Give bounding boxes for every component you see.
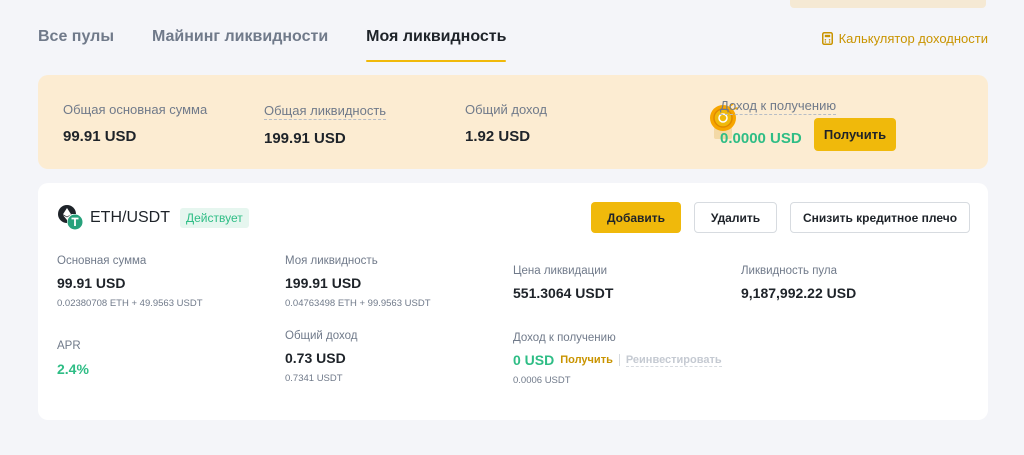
pool-card: ETH/USDT Действует Добавить Удалить Сниз…	[38, 183, 988, 420]
claimable-row: 0 USD Получить Реинвестировать	[513, 352, 722, 368]
status-badge: Действует	[180, 208, 249, 228]
principal-label: Основная сумма	[57, 255, 147, 267]
summary-income-label: Общий доход	[465, 102, 547, 117]
total-income-breakdown: 0.7341 USDT	[285, 373, 343, 384]
summary-principal-label: Общая основная сумма	[63, 102, 208, 117]
summary-liquidity-value: 199.91 USD	[264, 130, 346, 147]
field-my-liquidity: Моя ликвидность 199.91 USD 0.04763498 ET…	[285, 255, 431, 309]
principal-breakdown: 0.02380708 ETH + 49.9563 USDT	[57, 298, 203, 309]
apr-label: APR	[57, 340, 81, 352]
summary-total-liquidity: Общая ликвидность 199.91 USD	[264, 102, 387, 147]
add-button[interactable]: Добавить	[591, 202, 681, 233]
remove-button[interactable]: Удалить	[694, 202, 777, 233]
pair-icons	[58, 205, 88, 231]
summary-principal-value: 99.91 USD	[63, 128, 137, 145]
principal-value: 99.91 USD	[57, 275, 126, 291]
tab-my-liquidity[interactable]: Моя ликвидность	[366, 28, 507, 62]
claimable-label: Доход к получению	[513, 332, 616, 344]
calculator-link-label: Калькулятор доходности	[838, 31, 988, 46]
claimable-breakdown: 0.0006 USDT	[513, 375, 571, 386]
field-claimable: Доход к получению 0 USD Получить Реинвес…	[513, 332, 722, 386]
my-liquidity-label: Моя ликвидность	[285, 255, 378, 267]
tab-liquidity-mining[interactable]: Майнинг ликвидности	[152, 28, 328, 62]
calculator-icon	[821, 32, 833, 45]
my-liquidity-value: 199.91 USD	[285, 275, 362, 291]
apr-value: 2.4%	[57, 361, 89, 377]
yield-calculator-link[interactable]: Калькулятор доходности	[821, 31, 988, 46]
field-principal: Основная сумма 99.91 USD 0.02380708 ETH …	[57, 255, 203, 309]
divider	[618, 354, 620, 366]
summary-total-income: Общий доход 1.92 USD	[465, 102, 547, 145]
summary-claimable-label[interactable]: Доход к получению	[720, 98, 837, 115]
claimable-value: 0 USD	[513, 352, 555, 368]
claim-link[interactable]: Получить	[560, 354, 613, 366]
total-income-label: Общий доход	[285, 330, 358, 342]
pool-pair: ETH/USDT Действует	[58, 205, 249, 231]
my-liquidity-breakdown: 0.04763498 ETH + 99.9563 USDT	[285, 298, 431, 309]
reduce-leverage-button[interactable]: Снизить кредитное плечо	[790, 202, 970, 233]
pool-liquidity-label: Ликвидность пула	[741, 265, 838, 277]
field-apr: APR 2.4%	[57, 340, 89, 377]
tab-all-pools[interactable]: Все пулы	[38, 28, 114, 62]
field-liquidation-price: Цена ликвидации 551.3064 USDT	[513, 265, 613, 301]
claim-button[interactable]: Получить	[814, 118, 896, 151]
total-income-value: 0.73 USD	[285, 350, 346, 366]
summary-total-principal: Общая основная сумма 99.91 USD	[63, 102, 207, 145]
liquidation-price-value: 551.3064 USDT	[513, 285, 614, 301]
liquidation-price-label: Цена ликвидации	[513, 265, 608, 277]
pair-name: ETH/USDT	[90, 209, 170, 226]
pool-liquidity-value: 9,187,992.22 USD	[741, 285, 857, 301]
top-banner-edge	[790, 0, 986, 8]
summary-income-value: 1.92 USD	[465, 128, 531, 145]
usdt-icon	[66, 213, 84, 235]
tab-bar: Все пулы Майнинг ликвидности Моя ликвидн…	[38, 28, 544, 64]
summary-liquidity-label[interactable]: Общая ликвидность	[264, 103, 387, 120]
field-total-income: Общий доход 0.73 USD 0.7341 USDT	[285, 330, 358, 384]
reinvest-link[interactable]: Реинвестировать	[625, 354, 722, 367]
field-pool-liquidity: Ликвидность пула 9,187,992.22 USD	[741, 265, 856, 301]
liquidity-summary: Общая основная сумма 99.91 USD Общая лик…	[38, 75, 988, 169]
